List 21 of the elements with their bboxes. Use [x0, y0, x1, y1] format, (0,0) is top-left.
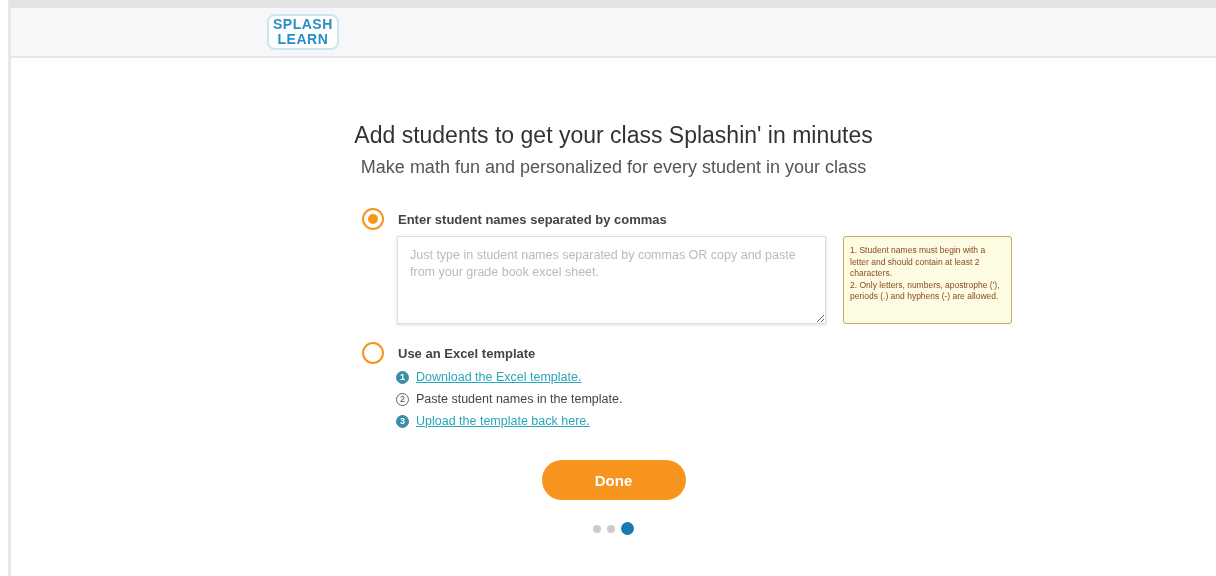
- page-title: Add students to get your class Splashin' in minutes: [354, 122, 873, 149]
- logo-text: SPLASH: [273, 17, 333, 32]
- step-text: Paste student names in the template.: [416, 392, 623, 406]
- done-button[interactable]: Done: [541, 460, 686, 500]
- logo[interactable]: SPLASH LEARN: [267, 14, 339, 50]
- step-number: 3: [396, 414, 409, 428]
- pager-dot[interactable]: [621, 522, 634, 535]
- pager-dot[interactable]: [607, 524, 615, 533]
- tooltip-text: 2. Only letters, numbers, apostrophe ('), periods (.) and hyphens (-) are allowed.: [850, 279, 1001, 303]
- page-subtitle: Make math fun and personalized for every student in your class: [360, 157, 867, 178]
- step-link[interactable]: Download the Excel template.: [416, 370, 582, 384]
- option-label: Use an Excel template: [398, 345, 536, 361]
- step-number: 1: [396, 370, 409, 384]
- student-names-field[interactable]: Just type in student names separated by commas OR copy and paste from your grade book excel sheet.: [397, 236, 826, 324]
- radio-button[interactable]: [362, 208, 384, 230]
- option-label: Enter student names separated by commas: [398, 211, 667, 227]
- tooltip-text: 1. Student names must begin with a letter and should contain at least 2 characters.: [850, 245, 987, 280]
- logo-text: LEARN: [277, 32, 329, 47]
- pager-dot[interactable]: [593, 524, 601, 533]
- step-link[interactable]: Upload the template back here.: [416, 414, 590, 428]
- radio-button[interactable]: [362, 342, 384, 364]
